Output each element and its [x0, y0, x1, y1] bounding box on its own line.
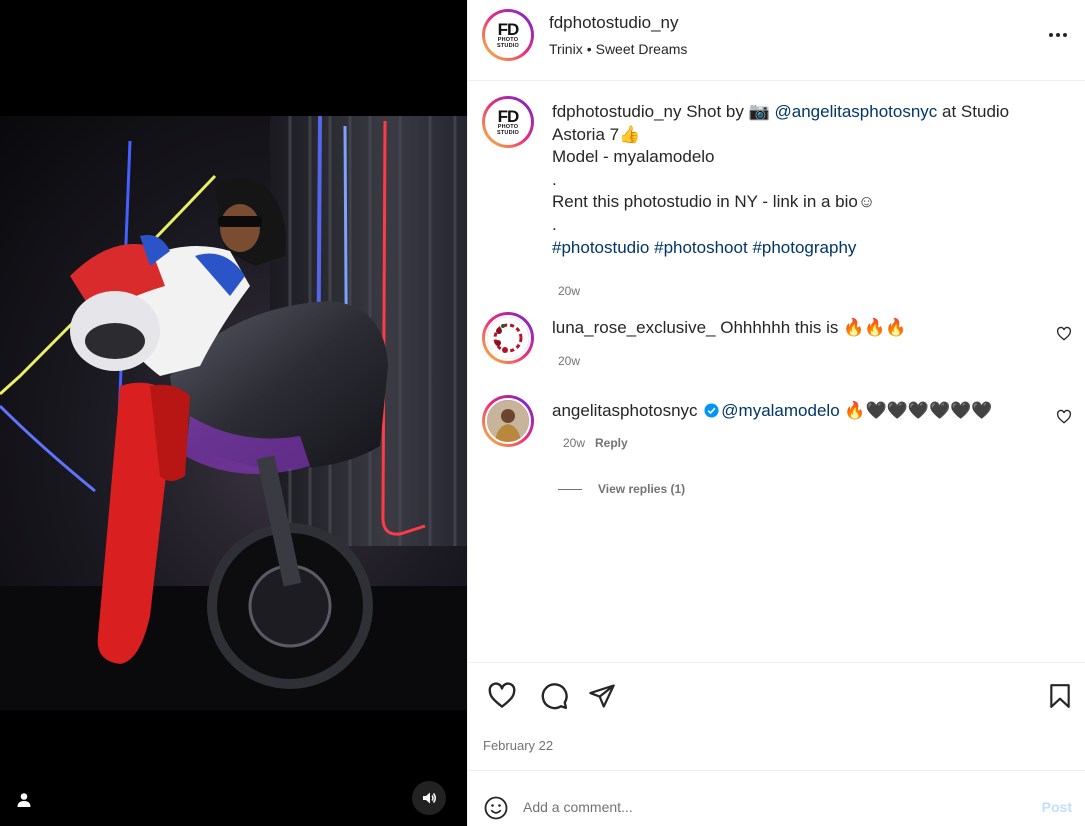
comment-timestamp[interactable]: 20w	[558, 354, 580, 368]
author-avatar[interactable]: FD PHOTO STUDIO	[482, 9, 534, 61]
post-date[interactable]: February 22	[483, 738, 553, 753]
comment-item: luna_rose_exclusive_ Ohhhhhh this is 🔥🔥🔥…	[482, 312, 1072, 372]
user-tag-button[interactable]	[8, 784, 40, 816]
commenter-avatar[interactable]	[482, 312, 534, 364]
comment-username[interactable]: luna_rose_exclusive_	[552, 318, 716, 337]
save-button[interactable]	[1044, 680, 1076, 712]
caption-mention[interactable]: @angelitasphotosnyc	[775, 102, 938, 121]
portrait-avatar	[487, 400, 529, 442]
caption-username[interactable]: fdphotostudio_ny	[552, 102, 682, 121]
comment-body: 🔥🖤🖤🖤🖤🖤🖤	[839, 401, 993, 420]
author-username[interactable]: fdphotostudio_ny	[549, 13, 679, 33]
speaker-icon	[423, 792, 436, 804]
commenter-avatar[interactable]	[482, 395, 534, 447]
comment-body: Ohhhhhh this is 🔥🔥🔥	[715, 318, 907, 337]
replies-divider-line	[558, 488, 582, 490]
rose-wreath-avatar	[487, 317, 529, 359]
post-media[interactable]	[0, 0, 467, 826]
emoji-icon	[484, 796, 508, 820]
verified-badge-icon	[704, 403, 719, 418]
caption-line: Model - myalamodelo	[552, 147, 715, 167]
person-icon	[17, 793, 31, 807]
view-replies-label[interactable]: View replies (1)	[598, 482, 685, 496]
audio-attribution[interactable]: Trinix • Sweet Dreams	[549, 41, 687, 57]
bookmark-icon	[1050, 684, 1070, 708]
audio-separator: •	[586, 41, 592, 57]
post-header: FD PHOTO STUDIO fdphotostudio_ny Trinix •…	[468, 0, 1085, 81]
hashtag[interactable]: #photoshoot	[654, 238, 748, 257]
comment-button[interactable]	[538, 680, 570, 712]
hashtag[interactable]: #photostudio	[552, 238, 649, 257]
comment-icon	[541, 683, 568, 710]
studio-logo: FD PHOTO STUDIO	[497, 107, 519, 136]
hashtag[interactable]: #photography	[752, 238, 856, 257]
caption-line: Rent this photostudio in NY - link in a …	[552, 192, 876, 212]
emoji-button[interactable]	[483, 795, 509, 821]
audio-track[interactable]: Sweet Dreams	[596, 41, 688, 57]
comment-input[interactable]	[523, 796, 1023, 818]
comment-username[interactable]: angelitasphotosnyc	[552, 401, 698, 420]
caption-line: .	[552, 214, 557, 234]
caption-line: .	[552, 169, 557, 189]
post-photo[interactable]	[0, 116, 467, 710]
more-options-icon[interactable]	[1046, 24, 1070, 46]
caption-avatar[interactable]: FD PHOTO STUDIO	[482, 96, 534, 148]
studio-logo: FD PHOTO STUDIO	[497, 20, 519, 49]
photo-illustration	[0, 116, 467, 710]
post-comment-button[interactable]: Post	[1042, 799, 1072, 815]
caption-timestamp[interactable]: 20w	[558, 284, 580, 298]
caption-text-part: Shot by 📷	[681, 102, 775, 121]
share-icon	[589, 684, 615, 708]
comment-text: luna_rose_exclusive_ Ohhhhhh this is 🔥🔥🔥	[552, 317, 907, 339]
share-button[interactable]	[586, 680, 618, 712]
add-comment-bar: Post	[468, 770, 1085, 826]
comment-item: angelitasphotosnyc @myalamodelo 🔥🖤🖤🖤🖤🖤🖤 …	[482, 395, 1072, 455]
view-replies-button[interactable]: View replies (1)	[558, 482, 685, 496]
comment-meta: 20w	[558, 354, 580, 368]
post-actions-bar: February 22	[468, 662, 1085, 770]
audio-toggle-button[interactable]	[412, 781, 446, 815]
heart-icon	[488, 682, 516, 708]
comment-mention[interactable]: @myalamodelo	[721, 401, 839, 420]
comment-text: angelitasphotosnyc @myalamodelo 🔥🖤🖤🖤🖤🖤🖤	[552, 400, 993, 422]
like-button[interactable]	[486, 680, 518, 712]
audio-artist[interactable]: Trinix	[549, 41, 583, 57]
comment-like-heart-icon[interactable]	[1056, 326, 1072, 342]
comment-timestamp[interactable]: 20w	[563, 436, 585, 450]
comment-meta: 20w Reply	[563, 436, 628, 450]
caption-text: fdphotostudio_ny Shot by 📷 @angelitaspho…	[552, 101, 1052, 259]
comment-like-heart-icon[interactable]	[1056, 409, 1072, 425]
reply-button[interactable]: Reply	[595, 436, 628, 450]
comments-section[interactable]: FD PHOTO STUDIO fdphotostudio_ny Shot by…	[468, 82, 1085, 662]
post-side-panel: FD PHOTO STUDIO fdphotostudio_ny Trinix •…	[467, 0, 1085, 826]
